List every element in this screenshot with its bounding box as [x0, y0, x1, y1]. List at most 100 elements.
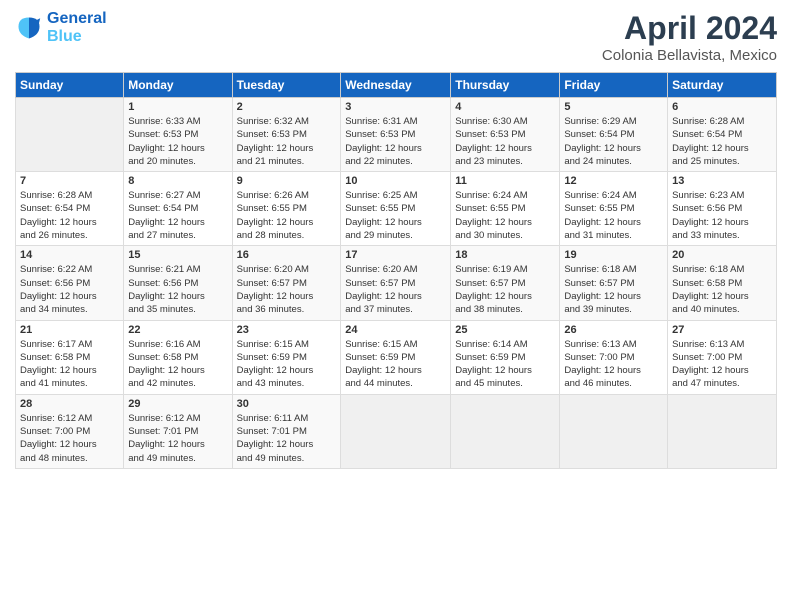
- calendar: Sunday Monday Tuesday Wednesday Thursday…: [15, 72, 777, 469]
- logo-text: General Blue: [47, 10, 107, 46]
- day-info: Sunrise: 6:24 AM Sunset: 6:55 PM Dayligh…: [455, 189, 555, 242]
- day-number: 15: [128, 249, 227, 261]
- calendar-cell: 10 Sunrise: 6:25 AM Sunset: 6:55 PM Dayli…: [341, 172, 451, 246]
- title-block: April 2024 Colonia Bellavista, Mexico: [602, 10, 777, 64]
- day-info: Sunrise: 6:12 AM Sunset: 7:01 PM Dayligh…: [128, 412, 227, 465]
- day-number: 13: [672, 175, 772, 187]
- day-info: Sunrise: 6:30 AM Sunset: 6:53 PM Dayligh…: [455, 115, 555, 168]
- calendar-cell: 11 Sunrise: 6:24 AM Sunset: 6:55 PM Dayli…: [451, 172, 560, 246]
- calendar-header-row: Sunday Monday Tuesday Wednesday Thursday…: [16, 73, 777, 98]
- calendar-cell: 30 Sunrise: 6:11 AM Sunset: 7:01 PM Dayli…: [232, 394, 341, 468]
- calendar-cell: 20 Sunrise: 6:18 AM Sunset: 6:58 PM Dayli…: [668, 246, 777, 320]
- col-friday: Friday: [560, 73, 668, 98]
- day-info: Sunrise: 6:28 AM Sunset: 6:54 PM Dayligh…: [20, 189, 119, 242]
- calendar-cell: 8Sunrise: 6:27 AM Sunset: 6:54 PM Daylig…: [124, 172, 232, 246]
- day-info: Sunrise: 6:13 AM Sunset: 7:00 PM Dayligh…: [564, 338, 663, 391]
- day-number: 2: [237, 101, 337, 113]
- calendar-cell: [451, 394, 560, 468]
- day-number: 9: [237, 175, 337, 187]
- day-info: Sunrise: 6:29 AM Sunset: 6:54 PM Dayligh…: [564, 115, 663, 168]
- logo-icon: [15, 14, 43, 42]
- calendar-cell: 5 Sunrise: 6:29 AM Sunset: 6:54 PM Daylig…: [560, 98, 668, 172]
- calendar-cell: 22Sunrise: 6:16 AM Sunset: 6:58 PM Dayli…: [124, 320, 232, 394]
- day-number: 4: [455, 101, 555, 113]
- calendar-cell: 24 Sunrise: 6:15 AM Sunset: 6:59 PM Dayli…: [341, 320, 451, 394]
- day-info: Sunrise: 6:33 AM Sunset: 6:53 PM Dayligh…: [128, 115, 227, 168]
- day-number: 23: [237, 324, 337, 336]
- calendar-cell: 28 Sunrise: 6:12 AM Sunset: 7:00 PM Dayli…: [16, 394, 124, 468]
- calendar-cell: [668, 394, 777, 468]
- day-info: Sunrise: 6:32 AM Sunset: 6:53 PM Dayligh…: [237, 115, 337, 168]
- day-info: Sunrise: 6:23 AM Sunset: 6:56 PM Dayligh…: [672, 189, 772, 242]
- calendar-cell: 26 Sunrise: 6:13 AM Sunset: 7:00 PM Dayli…: [560, 320, 668, 394]
- calendar-cell: 19Sunrise: 6:18 AM Sunset: 6:57 PM Dayli…: [560, 246, 668, 320]
- day-info: Sunrise: 6:17 AM Sunset: 6:58 PM Dayligh…: [20, 338, 119, 391]
- day-number: 30: [237, 398, 337, 410]
- day-info: Sunrise: 6:12 AM Sunset: 7:00 PM Dayligh…: [20, 412, 119, 465]
- day-number: 10: [345, 175, 446, 187]
- day-info: Sunrise: 6:11 AM Sunset: 7:01 PM Dayligh…: [237, 412, 337, 465]
- calendar-cell: 13 Sunrise: 6:23 AM Sunset: 6:56 PM Dayli…: [668, 172, 777, 246]
- day-number: 16: [237, 249, 337, 261]
- day-info: Sunrise: 6:21 AM Sunset: 6:56 PM Dayligh…: [128, 263, 227, 316]
- day-number: 11: [455, 175, 555, 187]
- day-info: Sunrise: 6:15 AM Sunset: 6:59 PM Dayligh…: [237, 338, 337, 391]
- calendar-cell: 16 Sunrise: 6:20 AM Sunset: 6:57 PM Dayli…: [232, 246, 341, 320]
- day-number: 5: [564, 101, 663, 113]
- logo: General Blue: [15, 10, 107, 46]
- calendar-week-5: 28 Sunrise: 6:12 AM Sunset: 7:00 PM Dayli…: [16, 394, 777, 468]
- day-number: 20: [672, 249, 772, 261]
- col-thursday: Thursday: [451, 73, 560, 98]
- day-info: Sunrise: 6:28 AM Sunset: 6:54 PM Dayligh…: [672, 115, 772, 168]
- calendar-cell: 18 Sunrise: 6:19 AM Sunset: 6:57 PM Dayli…: [451, 246, 560, 320]
- col-sunday: Sunday: [16, 73, 124, 98]
- location-subtitle: Colonia Bellavista, Mexico: [602, 47, 777, 64]
- calendar-cell: 21 Sunrise: 6:17 AM Sunset: 6:58 PM Dayli…: [16, 320, 124, 394]
- calendar-cell: [341, 394, 451, 468]
- day-number: 3: [345, 101, 446, 113]
- day-info: Sunrise: 6:20 AM Sunset: 6:57 PM Dayligh…: [237, 263, 337, 316]
- col-wednesday: Wednesday: [341, 73, 451, 98]
- day-number: 18: [455, 249, 555, 261]
- col-saturday: Saturday: [668, 73, 777, 98]
- day-number: 28: [20, 398, 119, 410]
- header: General Blue April 2024 Colonia Bellavis…: [15, 10, 777, 64]
- calendar-cell: 3Sunrise: 6:31 AM Sunset: 6:53 PM Daylig…: [341, 98, 451, 172]
- day-number: 26: [564, 324, 663, 336]
- day-number: 21: [20, 324, 119, 336]
- page: General Blue April 2024 Colonia Bellavis…: [0, 0, 792, 612]
- calendar-cell: 4 Sunrise: 6:30 AM Sunset: 6:53 PM Daylig…: [451, 98, 560, 172]
- calendar-cell: 27 Sunrise: 6:13 AM Sunset: 7:00 PM Dayli…: [668, 320, 777, 394]
- calendar-cell: [16, 98, 124, 172]
- day-info: Sunrise: 6:19 AM Sunset: 6:57 PM Dayligh…: [455, 263, 555, 316]
- day-number: 14: [20, 249, 119, 261]
- day-info: Sunrise: 6:24 AM Sunset: 6:55 PM Dayligh…: [564, 189, 663, 242]
- calendar-week-4: 21 Sunrise: 6:17 AM Sunset: 6:58 PM Dayli…: [16, 320, 777, 394]
- calendar-cell: [560, 394, 668, 468]
- day-info: Sunrise: 6:16 AM Sunset: 6:58 PM Dayligh…: [128, 338, 227, 391]
- day-number: 17: [345, 249, 446, 261]
- day-info: Sunrise: 6:26 AM Sunset: 6:55 PM Dayligh…: [237, 189, 337, 242]
- calendar-cell: 7Sunrise: 6:28 AM Sunset: 6:54 PM Daylig…: [16, 172, 124, 246]
- day-info: Sunrise: 6:18 AM Sunset: 6:57 PM Dayligh…: [564, 263, 663, 316]
- calendar-cell: 9 Sunrise: 6:26 AM Sunset: 6:55 PM Daylig…: [232, 172, 341, 246]
- day-info: Sunrise: 6:25 AM Sunset: 6:55 PM Dayligh…: [345, 189, 446, 242]
- col-monday: Monday: [124, 73, 232, 98]
- day-number: 12: [564, 175, 663, 187]
- calendar-cell: 23 Sunrise: 6:15 AM Sunset: 6:59 PM Dayli…: [232, 320, 341, 394]
- day-info: Sunrise: 6:15 AM Sunset: 6:59 PM Dayligh…: [345, 338, 446, 391]
- day-number: 25: [455, 324, 555, 336]
- col-tuesday: Tuesday: [232, 73, 341, 98]
- day-number: 24: [345, 324, 446, 336]
- calendar-week-1: 1Sunrise: 6:33 AM Sunset: 6:53 PM Daylig…: [16, 98, 777, 172]
- day-info: Sunrise: 6:27 AM Sunset: 6:54 PM Dayligh…: [128, 189, 227, 242]
- day-number: 6: [672, 101, 772, 113]
- calendar-cell: 6 Sunrise: 6:28 AM Sunset: 6:54 PM Daylig…: [668, 98, 777, 172]
- day-info: Sunrise: 6:20 AM Sunset: 6:57 PM Dayligh…: [345, 263, 446, 316]
- calendar-cell: 17 Sunrise: 6:20 AM Sunset: 6:57 PM Dayli…: [341, 246, 451, 320]
- day-number: 27: [672, 324, 772, 336]
- calendar-week-3: 14Sunrise: 6:22 AM Sunset: 6:56 PM Dayli…: [16, 246, 777, 320]
- day-info: Sunrise: 6:18 AM Sunset: 6:58 PM Dayligh…: [672, 263, 772, 316]
- calendar-cell: 2 Sunrise: 6:32 AM Sunset: 6:53 PM Daylig…: [232, 98, 341, 172]
- day-info: Sunrise: 6:13 AM Sunset: 7:00 PM Dayligh…: [672, 338, 772, 391]
